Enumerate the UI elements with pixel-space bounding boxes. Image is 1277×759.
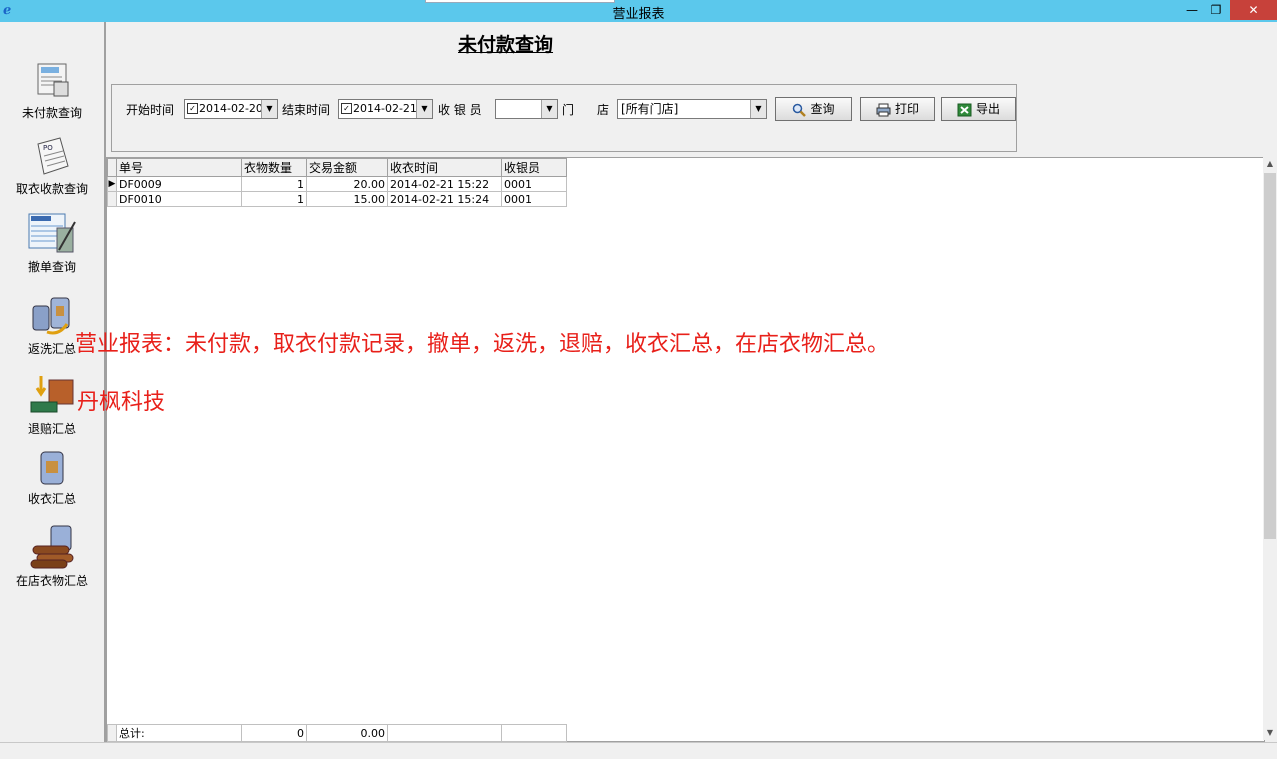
column-header[interactable]: 单号 (116, 158, 242, 177)
end-date-checkbox[interactable]: ✓ (341, 103, 352, 114)
sidebar-item-cancel-order-query[interactable]: 撤单查询 (0, 210, 104, 275)
start-time-label: 开始时间 (126, 103, 175, 117)
page-title: 未付款查询 (458, 34, 554, 56)
status-bar (0, 742, 1277, 759)
printer-icon (876, 103, 891, 116)
store-label-a: 门 (562, 103, 575, 117)
table-cell[interactable]: 2014-02-21 15:22 (387, 176, 502, 192)
data-table: 单号 衣物数量 交易金额 收衣时间 收银员 ▶ DF0009 1 20.00 2… (107, 158, 567, 207)
annotation-text: 营业报表：未付款，取衣付款记录，撤单，返洗，退赔，收衣汇总，在店衣物汇总。 (75, 332, 890, 357)
totals-quantity: 0 (241, 724, 307, 742)
column-header[interactable]: 收银员 (501, 158, 567, 177)
sidebar-item-label: 在店衣物汇总 (15, 574, 88, 588)
table-row[interactable]: DF0010 1 15.00 2014-02-21 15:24 0001 (107, 191, 567, 207)
title-bar: ℯ 营业报表 — ❐ ✕ (0, 0, 1277, 22)
svg-text:PO: PO (43, 144, 53, 152)
chevron-down-icon[interactable]: ▼ (750, 100, 766, 118)
end-time-label: 结束时间 (282, 103, 331, 117)
end-date-value: 2014-02-21 (353, 102, 417, 115)
end-date-picker[interactable]: ✓ 2014-02-21 ▼ (338, 99, 433, 119)
chevron-down-icon[interactable]: ▼ (541, 100, 557, 118)
sidebar-item-unpaid-query[interactable]: 未付款查询 (0, 58, 104, 121)
column-header[interactable]: 交易金额 (306, 158, 388, 177)
bottles-icon (32, 297, 70, 335)
table-cell[interactable]: 1 (241, 176, 307, 192)
search-icon (793, 103, 807, 117)
table-cell[interactable]: DF0010 (116, 191, 242, 207)
table-cell[interactable]: 0001 (501, 176, 567, 192)
scrollbar-thumb[interactable] (1264, 173, 1276, 539)
store-select[interactable]: [所有门店] ▼ (617, 99, 767, 119)
scroll-down-icon[interactable]: ▼ (1263, 726, 1277, 740)
print-button[interactable]: 打印 (860, 97, 935, 121)
close-button[interactable]: ✕ (1230, 0, 1277, 20)
sidebar-item-receive-summary[interactable]: 收衣汇总 (0, 448, 104, 507)
sidebar-item-label: 收衣汇总 (27, 492, 76, 506)
sidebar: 未付款查询 PO 取衣收款查询 撤单查询 返洗汇总 退赔汇总 收衣汇总 在店衣物… (0, 22, 106, 742)
sidebar-item-label: 退赔汇总 (27, 422, 76, 436)
totals-row: 总计: 0 0.00 (107, 724, 567, 742)
cashier-label: 收 银 员 (438, 103, 482, 117)
table-cell[interactable]: DF0009 (116, 176, 242, 192)
invoice-icon: PO (37, 137, 69, 175)
box-money-icon (30, 376, 74, 413)
start-date-checkbox[interactable]: ✓ (187, 103, 198, 114)
table-cell[interactable]: 0001 (501, 191, 567, 207)
start-date-value: 2014-02-20 (199, 102, 263, 115)
document-pen-icon (28, 213, 76, 253)
table-cell[interactable]: 15.00 (306, 191, 388, 207)
row-indicator (107, 724, 117, 742)
store-label-b: 店 (597, 103, 610, 117)
store-value: [所有门店] (621, 102, 679, 116)
row-indicator-header (107, 158, 117, 177)
logs-icon (30, 525, 74, 569)
totals-amount: 0.00 (306, 724, 388, 742)
receipt-icon (37, 63, 69, 97)
totals-empty (387, 724, 502, 742)
query-button-label: 查询 (810, 102, 835, 116)
export-button[interactable]: 导出 (941, 97, 1016, 121)
column-header[interactable]: 衣物数量 (241, 158, 307, 177)
sidebar-item-label: 未付款查询 (21, 106, 82, 120)
company-name-text: 丹枫科技 (77, 390, 166, 415)
sidebar-item-pickup-payment-query[interactable]: PO 取衣收款查询 (0, 134, 104, 197)
minimize-button[interactable]: — (1181, 0, 1203, 20)
vertical-scrollbar[interactable]: ▲ ▼ (1263, 157, 1277, 740)
row-indicator (107, 191, 117, 207)
current-row-icon: ▶ (107, 176, 117, 192)
main-panel: 未付款查询 开始时间 ✓ 2014-02-20 ▼ 结束时间 ✓ 2014-02… (106, 22, 1277, 742)
table-header: 单号 衣物数量 交易金额 收衣时间 收银员 (107, 158, 567, 177)
excel-icon (957, 103, 972, 116)
export-button-label: 导出 (975, 102, 1000, 116)
table-cell[interactable]: 1 (241, 191, 307, 207)
table-cell[interactable]: 2014-02-21 15:24 (387, 191, 502, 207)
scroll-up-icon[interactable]: ▲ (1263, 157, 1277, 171)
filter-panel: 开始时间 ✓ 2014-02-20 ▼ 结束时间 ✓ 2014-02-21 ▼ … (111, 84, 1017, 152)
start-date-picker[interactable]: ✓ 2014-02-20 ▼ (184, 99, 278, 119)
sidebar-item-label: 撤单查询 (27, 260, 76, 274)
table-cell[interactable]: 20.00 (306, 176, 388, 192)
query-button[interactable]: 查询 (775, 97, 852, 121)
totals-empty (501, 724, 567, 742)
sidebar-item-in-store-summary[interactable]: 在店衣物汇总 (0, 524, 104, 589)
maximize-button[interactable]: ❐ (1205, 0, 1227, 20)
column-header[interactable]: 收衣时间 (387, 158, 502, 177)
chevron-down-icon[interactable]: ▼ (261, 100, 277, 118)
print-button-label: 打印 (894, 102, 919, 116)
totals-label: 总计: (116, 724, 242, 742)
sidebar-item-label: 取衣收款查询 (15, 182, 88, 196)
window-title: 营业报表 (612, 7, 665, 22)
data-grid[interactable]: 单号 衣物数量 交易金额 收衣时间 收银员 ▶ DF0009 1 20.00 2… (106, 157, 1265, 742)
chevron-down-icon[interactable]: ▼ (416, 100, 432, 118)
cashier-select[interactable]: ▼ (495, 99, 558, 119)
table-row[interactable]: ▶ DF0009 1 20.00 2014-02-21 15:22 0001 (107, 176, 567, 192)
bottle-icon (40, 451, 64, 485)
